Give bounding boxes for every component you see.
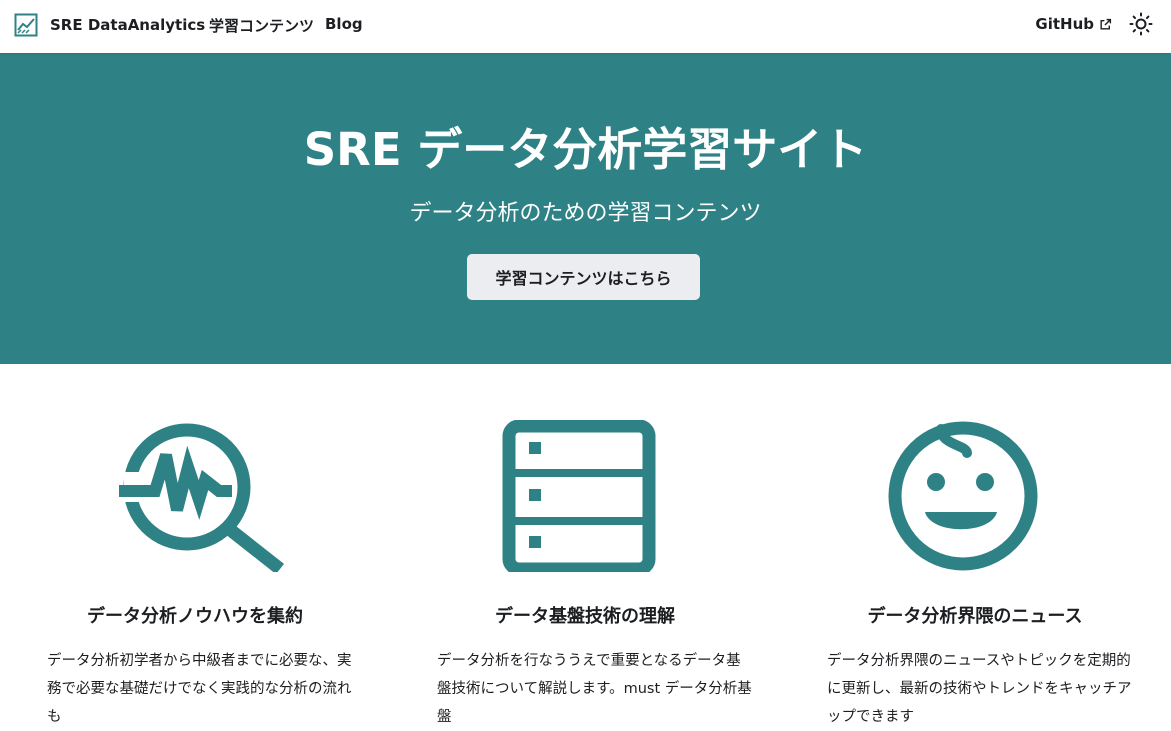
feature-title: データ分析界隈のニュース [867, 606, 1083, 627]
sun-icon [1129, 12, 1153, 36]
feature-card-knowhow: データ分析ノウハウを集約 データ分析初学者から中級者までに必要な、実務で必要な基… [0, 364, 390, 725]
nav-link-github[interactable]: GitHub [1035, 15, 1112, 33]
github-label: GitHub [1035, 15, 1094, 33]
feature-card-infrastructure: データ基盤技術の理解 データ分析を行なううえで重要となるデータ基盤技術について解… [390, 364, 780, 725]
brand-title: SRE DataAnalytics [50, 16, 206, 34]
server-stack-icon [502, 420, 656, 572]
nav-link-blog[interactable]: Blog [325, 15, 363, 33]
nav-link-contents[interactable]: 学習コンテンツ [209, 15, 314, 36]
navbar: SRE DataAnalytics 学習コンテンツ Blog GitHub [0, 0, 1171, 53]
baby-face-icon [888, 421, 1038, 571]
feature-description: データ分析を行なううえで重要となるデータ基盤技術について解説します。must デ… [437, 653, 752, 725]
feature-description: データ分析界隈のニュースやトピックを定期的に更新し、最新の技術やトレンドをキャッ… [827, 653, 1132, 725]
brand-link[interactable]: SRE DataAnalytics [14, 12, 205, 38]
hero-title: SRE データ分析学習サイト [303, 123, 868, 176]
hero-banner: SRE データ分析学習サイト データ分析のための学習コンテンツ 学習コンテンツは… [0, 53, 1171, 364]
feature-title: データ基盤技術の理解 [495, 606, 675, 627]
hero-subtitle: データ分析のための学習コンテンツ [409, 201, 762, 226]
feature-description: データ分析初学者から中級者までに必要な、実務で必要な基礎だけでなく実践的な分析の… [47, 653, 352, 725]
feature-title: データ分析ノウハウを集約 [87, 606, 303, 627]
magnifier-pulse-icon [119, 423, 285, 572]
external-link-icon [1100, 18, 1112, 30]
learning-contents-button[interactable]: 学習コンテンツはこちら [467, 254, 700, 300]
feature-card-news: データ分析界隈のニュース データ分析界隈のニュースやトピックを定期的に更新し、最… [780, 364, 1170, 725]
theme-toggle-button[interactable] [1128, 11, 1154, 37]
line-chart-logo-icon [14, 13, 38, 37]
